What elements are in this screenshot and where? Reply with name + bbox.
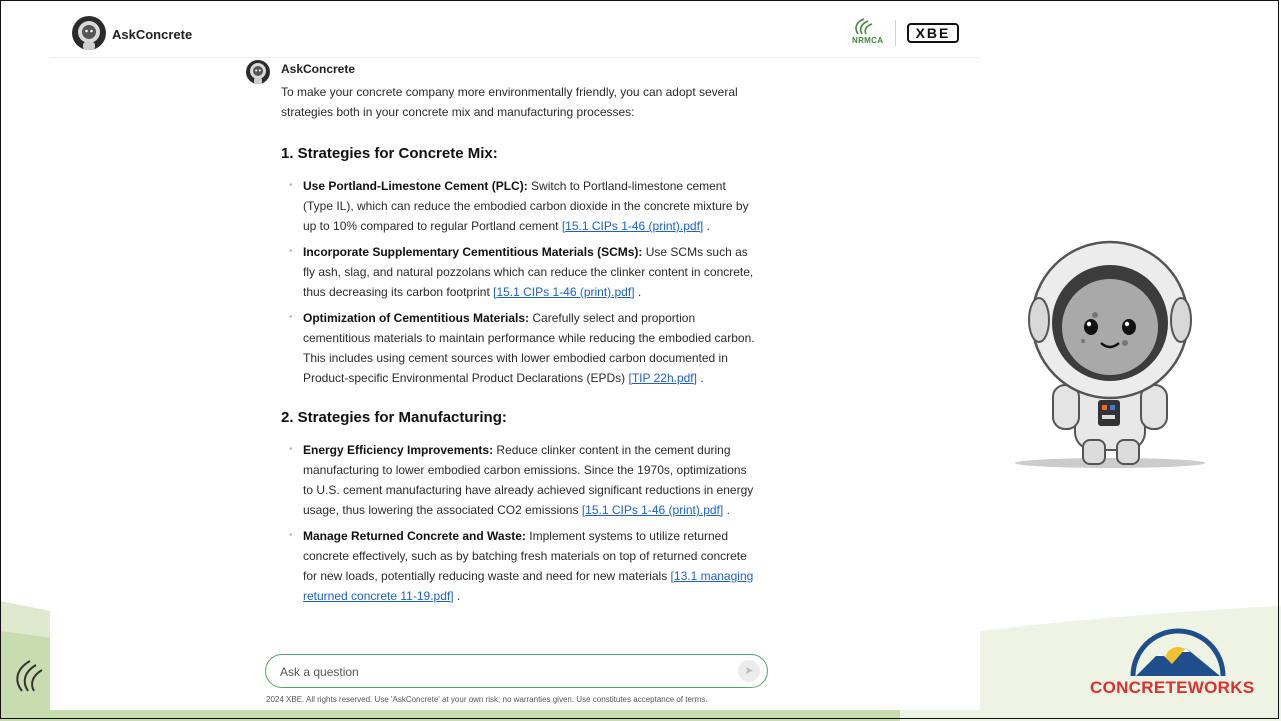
item-end: . — [634, 285, 642, 299]
logo-divider — [895, 20, 896, 46]
nrmca-text: NRMCA — [852, 36, 884, 45]
citation-link[interactable]: TIP 22h.pdf — [632, 371, 694, 385]
question-input[interactable] — [278, 661, 722, 683]
list-item: Manage Returned Concrete and Waste: Impl… — [289, 526, 756, 606]
astronaut-mascot-illustration — [1015, 240, 1205, 468]
mountain-sun-icon — [1130, 628, 1226, 677]
citation-link[interactable]: 15.1 CIPs 1-46 (print).pdf — [496, 285, 631, 299]
item-title: Manage Returned Concrete and Waste: — [303, 529, 526, 543]
item-title: Incorporate Supplementary Cementitious M… — [303, 245, 643, 259]
concreteworks-logo: CONCRETEWORKS — [1088, 628, 1268, 700]
citation: [15.1 CIPs 1-46 (print).pdf] — [493, 285, 635, 299]
item-end: . — [703, 219, 710, 233]
message-avatar — [246, 60, 270, 84]
citation-link[interactable]: 15.1 CIPs 1-46 (print).pdf — [565, 219, 700, 233]
citation-link[interactable]: 15.1 CIPs 1-46 (print).pdf — [585, 503, 720, 517]
send-button[interactable]: ➤ — [738, 660, 760, 682]
item-title: Use Portland-Limestone Cement (PLC): — [303, 179, 528, 193]
footer-disclaimer: 2024 XBE. All rights reserved. Use 'AskC… — [266, 695, 708, 704]
left-waves-logo — [16, 660, 43, 692]
brand-avatar[interactable] — [72, 16, 106, 50]
send-icon: ➤ — [744, 665, 754, 677]
item-end: . — [696, 371, 704, 385]
item-title: Optimization of Cementitious Materials: — [303, 311, 530, 325]
app-window: AskConcrete NRMCA XBE AskConcrete To mak… — [50, 0, 980, 710]
xbe-logo: XBE — [907, 23, 959, 43]
chat-thread: AskConcrete To make your concrete compan… — [246, 58, 766, 638]
astronaut-icon — [78, 21, 100, 50]
strategy-list: Energy Efficiency Improvements: Reduce c… — [281, 440, 756, 606]
top-bar: AskConcrete NRMCA XBE — [50, 0, 980, 58]
list-item: Energy Efficiency Improvements: Reduce c… — [289, 440, 756, 520]
astronaut-icon — [250, 63, 266, 84]
nrmca-logo: NRMCA — [850, 16, 886, 50]
list-item: Incorporate Supplementary Cementitious M… — [289, 242, 756, 302]
brand-name: AskConcrete — [112, 27, 193, 42]
citation: [TIP 22h.pdf] — [628, 371, 697, 385]
nrmca-waves-icon — [855, 18, 873, 35]
strategy-list: Use Portland-Limestone Cement (PLC): Swi… — [281, 176, 756, 388]
question-input-box: ➤ — [265, 654, 768, 688]
citation: [15.1 CIPs 1-46 (print).pdf] — [561, 219, 704, 233]
item-end: . — [723, 503, 730, 517]
section-heading: 1. Strategies for Concrete Mix: — [281, 145, 498, 162]
message-author: AskConcrete — [281, 62, 356, 76]
item-end: . — [453, 589, 461, 603]
message-intro: To make your concrete company more envir… — [281, 85, 738, 119]
item-title: Energy Efficiency Improvements: — [303, 443, 494, 457]
message-body: To make your concrete company more envir… — [281, 82, 756, 626]
citation: [15.1 CIPs 1-46 (print).pdf] — [581, 503, 724, 517]
list-item: Use Portland-Limestone Cement (PLC): Swi… — [289, 176, 756, 236]
section-heading: 2. Strategies for Manufacturing: — [281, 409, 507, 426]
concreteworks-text: CONCRETEWORKS — [1090, 678, 1255, 697]
list-item: Optimization of Cementitious Materials: … — [289, 308, 756, 388]
